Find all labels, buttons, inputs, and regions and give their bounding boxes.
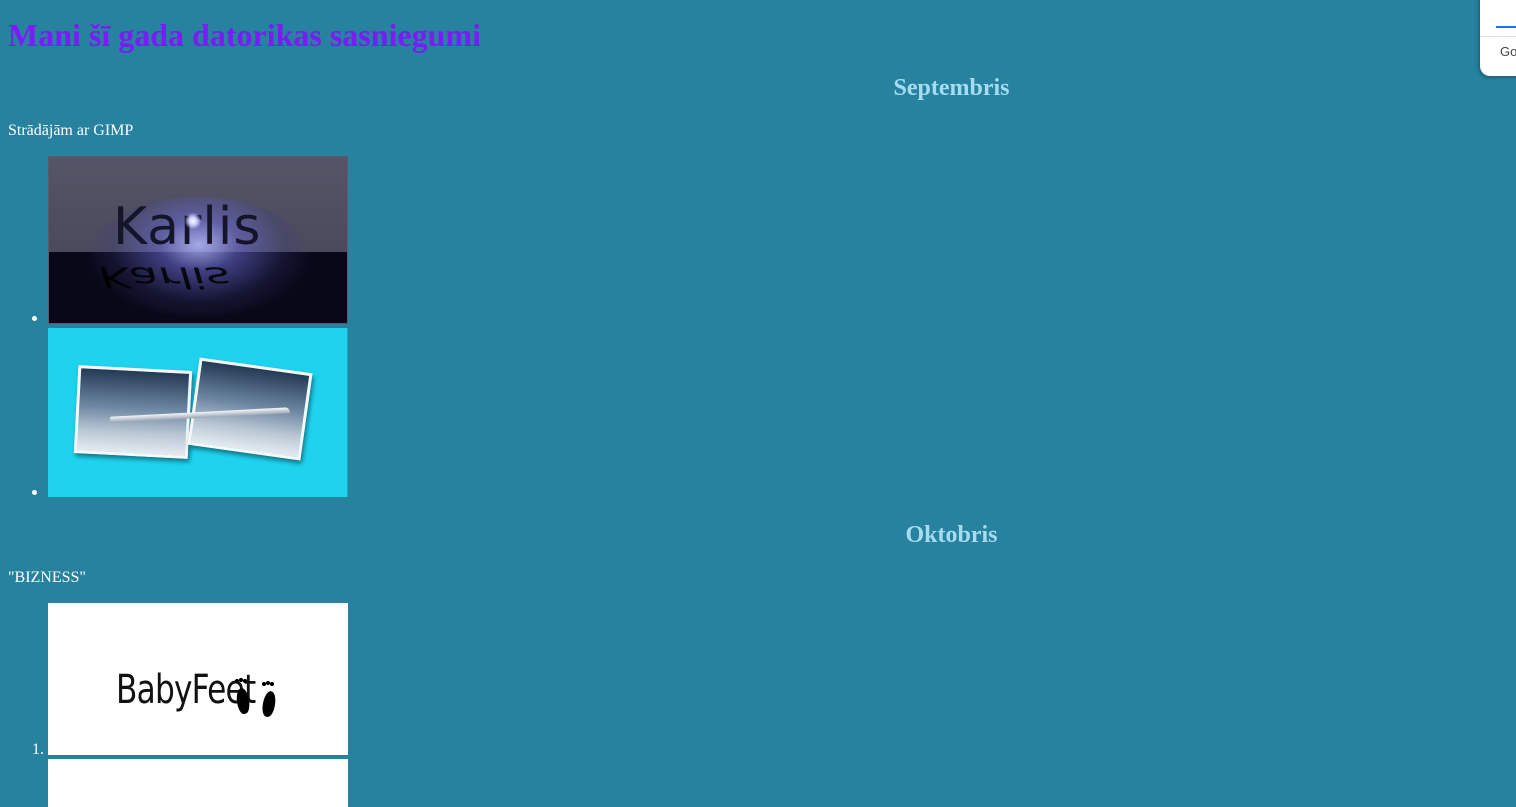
- month-heading-septembris: Septembris: [893, 75, 1010, 101]
- google-translate-widget[interactable]: Go: [1480, 0, 1516, 76]
- footprint-toes-icon: [262, 681, 276, 688]
- karlis-image: Karlis Karlis: [48, 156, 348, 324]
- star-flare-icon: [185, 213, 201, 229]
- widget-accent-line: [1496, 26, 1516, 28]
- list-number: 1.: [32, 741, 44, 758]
- footprint-icon: [260, 690, 278, 718]
- page-title: Mani šī gada datorikas sasniegumi: [8, 17, 481, 53]
- month-heading-oktobris: Oktobris: [905, 522, 998, 548]
- second-oktobris-image: [48, 759, 348, 807]
- section-caption-septembris: Strādājām ar GIMP: [8, 122, 134, 139]
- footprint-toes-icon: [235, 678, 249, 685]
- plane-image: [48, 328, 348, 497]
- widget-label: Go: [1500, 44, 1516, 59]
- page: Mani šī gada datorikas sasniegumi Septem…: [0, 0, 1516, 807]
- widget-divider: [1480, 36, 1516, 37]
- babyfeet-logo-image: BabyFeet: [48, 603, 348, 755]
- babyfeet-logo-text: BabyFeet: [116, 667, 256, 713]
- karlis-image-reflection: Karlis: [94, 260, 236, 294]
- section-caption-oktobris: "BIZNESS": [8, 569, 86, 586]
- plane-photo-left: [73, 365, 193, 459]
- list-bullet: [32, 316, 37, 321]
- list-bullet: [32, 490, 37, 495]
